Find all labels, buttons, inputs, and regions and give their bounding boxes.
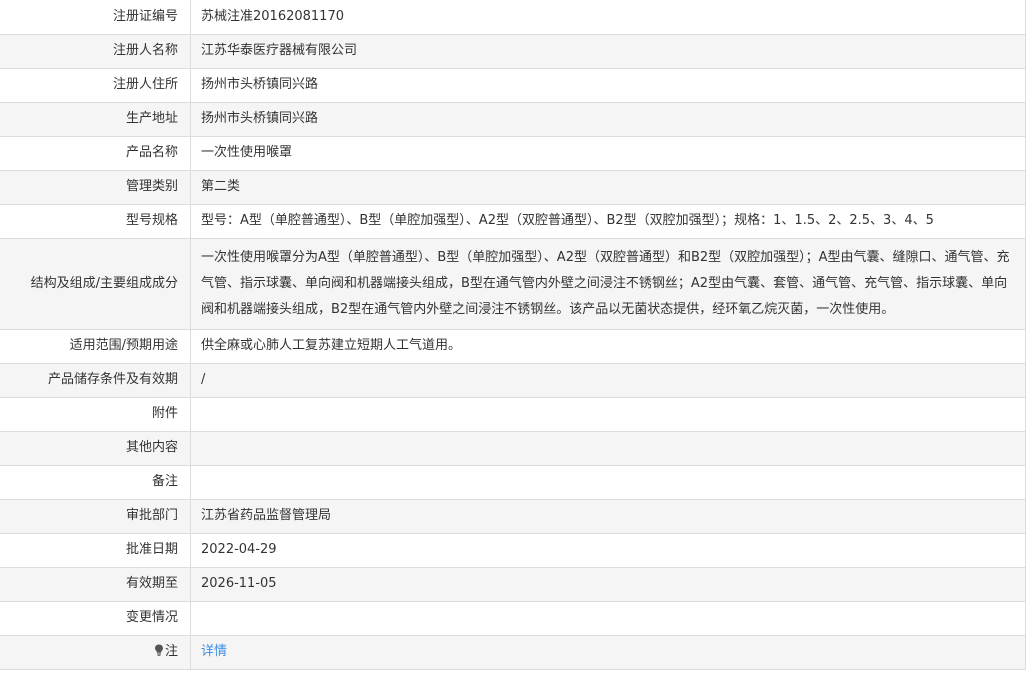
table-row: 其他内容 bbox=[0, 431, 1026, 466]
field-label: 型号规格 bbox=[0, 204, 191, 239]
field-value: 江苏省药品监督管理局 bbox=[190, 499, 1026, 534]
field-value: / bbox=[190, 363, 1026, 398]
field-value: 一次性使用喉罩 bbox=[190, 136, 1026, 171]
field-value: 苏械注准20162081170 bbox=[190, 0, 1026, 35]
table-row: 注册人住所 扬州市头桥镇同兴路 bbox=[0, 68, 1026, 103]
table-row: 管理类别 第二类 bbox=[0, 170, 1026, 205]
field-label: 批准日期 bbox=[0, 533, 191, 568]
field-value: 江苏华泰医疗器械有限公司 bbox=[190, 34, 1026, 69]
note-label-cell: 注 bbox=[0, 635, 191, 670]
table-row: 产品名称 一次性使用喉罩 bbox=[0, 136, 1026, 171]
field-label: 变更情况 bbox=[0, 601, 191, 636]
table-row: 型号规格 型号：A型（单腔普通型）、B型（单腔加强型）、A2型（双腔普通型）、B… bbox=[0, 204, 1026, 239]
lightbulb-icon bbox=[154, 644, 163, 656]
table-row: 注册证编号 苏械注准20162081170 bbox=[0, 0, 1026, 35]
note-label: 注 bbox=[164, 644, 178, 659]
table-row: 批准日期 2022-04-29 bbox=[0, 533, 1026, 568]
table-row: 备注 bbox=[0, 465, 1026, 500]
table-row: 有效期至 2026-11-05 bbox=[0, 567, 1026, 602]
field-label: 其他内容 bbox=[0, 431, 191, 466]
table-row: 生产地址 扬州市头桥镇同兴路 bbox=[0, 102, 1026, 137]
table-row: 注册人名称 江苏华泰医疗器械有限公司 bbox=[0, 34, 1026, 69]
field-label: 适用范围/预期用途 bbox=[0, 329, 191, 364]
field-value: 扬州市头桥镇同兴路 bbox=[190, 68, 1026, 103]
field-value bbox=[190, 397, 1026, 432]
field-label: 生产地址 bbox=[0, 102, 191, 137]
field-label: 注册证编号 bbox=[0, 0, 191, 35]
field-value: 扬州市头桥镇同兴路 bbox=[190, 102, 1026, 137]
field-value: 2026-11-05 bbox=[190, 567, 1026, 602]
field-value bbox=[190, 465, 1026, 500]
field-label: 产品储存条件及有效期 bbox=[0, 363, 191, 398]
field-label: 注册人住所 bbox=[0, 68, 191, 103]
table-row: 变更情况 bbox=[0, 601, 1026, 636]
table-row: 结构及组成/主要组成成分 一次性使用喉罩分为A型（单腔普通型）、B型（单腔加强型… bbox=[0, 238, 1026, 330]
field-label: 管理类别 bbox=[0, 170, 191, 205]
field-label: 附件 bbox=[0, 397, 191, 432]
field-value: 供全麻或心肺人工复苏建立短期人工气道用。 bbox=[190, 329, 1026, 364]
field-label: 产品名称 bbox=[0, 136, 191, 171]
field-label: 备注 bbox=[0, 465, 191, 500]
field-label: 结构及组成/主要组成成分 bbox=[0, 238, 191, 330]
details-link[interactable]: 详情 bbox=[201, 644, 227, 659]
table-row: 产品储存条件及有效期 / bbox=[0, 363, 1026, 398]
registration-detail-table: 注册证编号 苏械注准20162081170 注册人名称 江苏华泰医疗器械有限公司… bbox=[0, 0, 1026, 670]
field-value: 第二类 bbox=[190, 170, 1026, 205]
field-label: 注册人名称 bbox=[0, 34, 191, 69]
field-label: 审批部门 bbox=[0, 499, 191, 534]
field-value: 型号：A型（单腔普通型）、B型（单腔加强型）、A2型（双腔普通型）、B2型（双腔… bbox=[190, 204, 1026, 239]
note-row: 注 详情 bbox=[0, 635, 1026, 670]
table-row: 附件 bbox=[0, 397, 1026, 432]
field-label: 有效期至 bbox=[0, 567, 191, 602]
field-value bbox=[190, 431, 1026, 466]
table-row: 审批部门 江苏省药品监督管理局 bbox=[0, 499, 1026, 534]
field-value: 一次性使用喉罩分为A型（单腔普通型）、B型（单腔加强型）、A2型（双腔普通型）和… bbox=[190, 238, 1026, 330]
note-value-cell: 详情 bbox=[190, 635, 1026, 670]
field-value bbox=[190, 601, 1026, 636]
table-row: 适用范围/预期用途 供全麻或心肺人工复苏建立短期人工气道用。 bbox=[0, 329, 1026, 364]
field-value: 2022-04-29 bbox=[190, 533, 1026, 568]
